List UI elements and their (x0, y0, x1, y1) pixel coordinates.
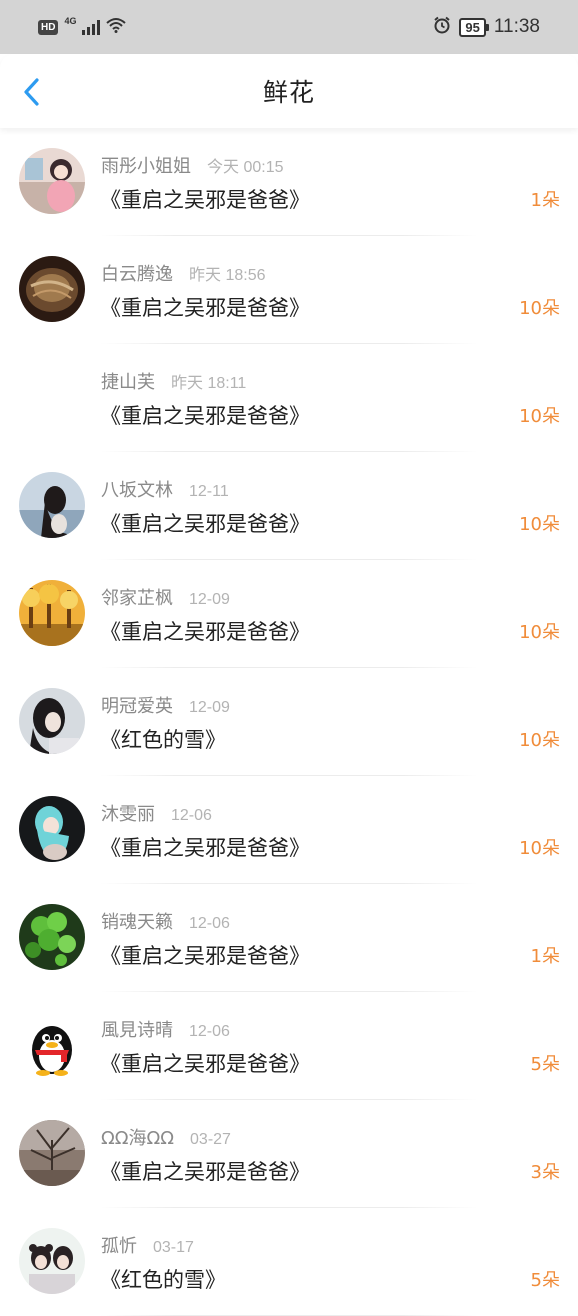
book-title: 《重启之吴邪是爸爸》 (100, 188, 310, 212)
avatar (19, 1228, 85, 1294)
timestamp: 03-27 (190, 1131, 231, 1148)
clock: 11:38 (493, 16, 540, 37)
avatar (19, 1120, 85, 1186)
timestamp: 12-09 (189, 699, 230, 716)
username: 白云腾逸 (101, 264, 173, 285)
item-meta: 沐雯丽 12-06 (101, 800, 212, 826)
item-meta: 销魂天籁 12-06 (101, 908, 230, 934)
timestamp: 12-06 (189, 915, 230, 932)
item-meta: 八坂文林 12-11 (101, 476, 229, 502)
status-right: 95 11:38 (433, 16, 540, 39)
wifi-icon (106, 17, 127, 38)
username: 邻家芷枫 (101, 588, 173, 609)
timestamp: 12-06 (189, 1023, 230, 1040)
list-item[interactable]: 销魂天籁 12-06 《重启之吴邪是爸爸》 1朵 (0, 884, 578, 992)
book-title: 《重启之吴邪是爸爸》 (100, 1160, 310, 1184)
flower-count: 10朵 (519, 730, 560, 751)
flower-count: 3朵 (530, 1162, 560, 1183)
list-item[interactable]: 風見诗晴 12-06 《重启之吴邪是爸爸》 5朵 (0, 992, 578, 1100)
flower-count: 1朵 (530, 946, 560, 967)
avatar (19, 256, 85, 322)
list-item[interactable]: 明冠爱英 12-09 《红色的雪》 10朵 (0, 668, 578, 776)
list-item[interactable]: 捷山芙 昨天 18:11 《重启之吴邪是爸爸》 10朵 (0, 344, 578, 452)
book-title: 《重启之吴邪是爸爸》 (100, 404, 310, 428)
flower-count: 1朵 (530, 190, 560, 211)
item-meta: ΩΩ海ΩΩ 03-27 (101, 1124, 231, 1150)
list-item[interactable]: 白云腾逸 昨天 18:56 《重启之吴邪是爸爸》 10朵 (0, 236, 578, 344)
username: ΩΩ海ΩΩ (101, 1128, 175, 1149)
network-type-label: 4G (64, 16, 77, 26)
timestamp: 昨天 18:11 (171, 375, 247, 392)
timestamp: 03-17 (153, 1239, 194, 1256)
list-item[interactable]: 邻家芷枫 12-09 《重启之吴邪是爸爸》 10朵 (0, 560, 578, 668)
item-meta: 雨彤小姐姐 今天 00:15 (101, 152, 284, 178)
timestamp: 12-11 (189, 483, 229, 500)
book-title: 《红色的雪》 (100, 1268, 226, 1292)
flower-count: 5朵 (530, 1270, 560, 1291)
flower-count: 10朵 (519, 514, 560, 535)
timestamp: 12-09 (189, 591, 230, 608)
item-meta: 明冠爱英 12-09 (101, 692, 230, 718)
avatar (19, 472, 85, 538)
status-bar: HD 4G 95 11:38 (0, 0, 578, 54)
book-title: 《红色的雪》 (100, 728, 226, 752)
back-button[interactable] (14, 74, 50, 110)
flower-count: 10朵 (519, 838, 560, 859)
flower-count: 10朵 (519, 406, 560, 427)
avatar (19, 1012, 85, 1078)
flower-count: 10朵 (519, 298, 560, 319)
username: 八坂文林 (101, 480, 173, 501)
avatar (19, 580, 85, 646)
signal-icon (82, 19, 101, 35)
flower-count: 5朵 (530, 1054, 560, 1075)
timestamp: 今天 00:15 (207, 159, 284, 176)
list-item[interactable]: 沐雯丽 12-06 《重启之吴邪是爸爸》 10朵 (0, 776, 578, 884)
book-title: 《重启之吴邪是爸爸》 (100, 944, 310, 968)
username: 捷山芙 (101, 372, 155, 393)
flower-count: 10朵 (519, 622, 560, 643)
avatar (19, 148, 85, 214)
battery-indicator: 95 (459, 17, 490, 37)
username: 風見诗晴 (101, 1020, 173, 1041)
book-title: 《重启之吴邪是爸爸》 (100, 836, 310, 860)
page-title: 鲜花 (262, 78, 315, 107)
item-meta: 風見诗晴 12-06 (101, 1016, 230, 1042)
book-title: 《重启之吴邪是爸爸》 (100, 1052, 310, 1076)
avatar (19, 904, 85, 970)
book-title: 《重启之吴邪是爸爸》 (100, 620, 310, 644)
book-title: 《重启之吴邪是爸爸》 (100, 512, 310, 536)
avatar (19, 796, 85, 862)
item-meta: 孤忻 03-17 (101, 1232, 194, 1258)
alarm-icon (433, 16, 451, 39)
nav-header: 鲜花 (0, 54, 578, 128)
item-meta: 邻家芷枫 12-09 (101, 584, 230, 610)
list-item[interactable]: 孤忻 03-17 《红色的雪》 5朵 (0, 1208, 578, 1316)
username: 明冠爱英 (101, 696, 173, 717)
item-meta: 捷山芙 昨天 18:11 (101, 368, 246, 394)
status-left: HD 4G (38, 16, 127, 38)
timestamp: 昨天 18:56 (189, 267, 266, 284)
list-item[interactable]: ΩΩ海ΩΩ 03-27 《重启之吴邪是爸爸》 3朵 (0, 1100, 578, 1208)
list-item[interactable]: 雨彤小姐姐 今天 00:15 《重启之吴邪是爸爸》 1朵 (0, 128, 578, 236)
timestamp: 12-06 (171, 807, 212, 824)
avatar (19, 688, 85, 754)
book-title: 《重启之吴邪是爸爸》 (100, 296, 310, 320)
username: 雨彤小姐姐 (101, 156, 191, 177)
item-meta: 白云腾逸 昨天 18:56 (101, 260, 266, 286)
list-item[interactable]: 八坂文林 12-11 《重启之吴邪是爸爸》 10朵 (0, 452, 578, 560)
flower-gift-list: 雨彤小姐姐 今天 00:15 《重启之吴邪是爸爸》 1朵 白云腾逸 昨天 18:… (0, 128, 578, 1316)
username: 沐雯丽 (101, 804, 155, 825)
chevron-left-icon (24, 78, 39, 106)
avatar (19, 364, 85, 430)
hd-icon: HD (38, 19, 59, 35)
penguin-icon (32, 1026, 72, 1076)
username: 孤忻 (101, 1236, 137, 1257)
username: 销魂天籁 (101, 912, 173, 933)
